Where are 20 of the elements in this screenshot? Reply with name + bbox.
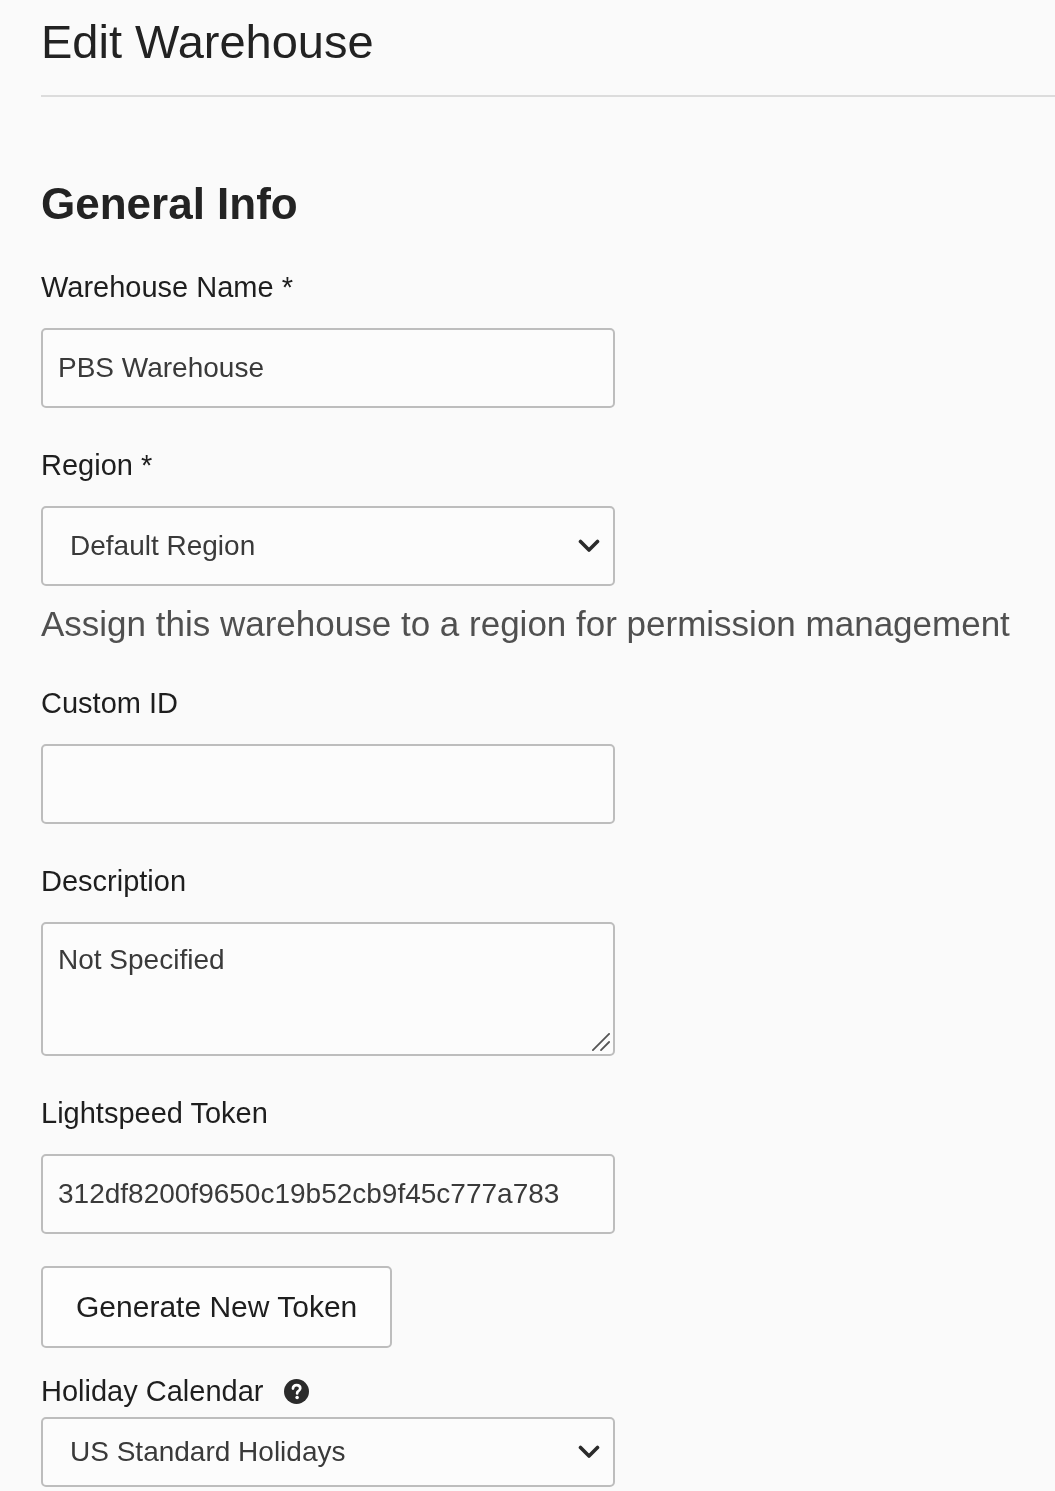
- resize-grip-icon[interactable]: [592, 1033, 610, 1051]
- page-title: Edit Warehouse: [41, 14, 374, 70]
- field-label: Region *: [41, 448, 153, 483]
- text-area[interactable]: Not Specified: [41, 922, 615, 1056]
- dropdown[interactable]: Default Region: [41, 506, 615, 586]
- input-field[interactable]: PBS Warehouse: [41, 328, 615, 408]
- chevron-icon: [578, 1445, 600, 1459]
- chevron-icon: [578, 539, 600, 553]
- input-field[interactable]: [41, 744, 615, 824]
- help-text: Assign this warehouse to a region for permission management: [41, 603, 1010, 645]
- dropdown[interactable]: US Standard Holidays: [41, 1417, 615, 1487]
- section-heading: General Info: [41, 178, 298, 230]
- help-icon[interactable]: [284, 1378, 310, 1404]
- input-field[interactable]: 312df8200f9650c19b52cb9f45c777a783: [41, 1154, 615, 1234]
- generate-token-button[interactable]: Generate New Token: [41, 1266, 393, 1348]
- field-label: Warehouse Name *: [41, 270, 293, 305]
- field-label: Custom ID: [41, 686, 178, 721]
- field-label: Description: [41, 864, 187, 899]
- field-label: Holiday Calendar: [41, 1374, 264, 1409]
- field-label: Lightspeed Token: [41, 1096, 268, 1131]
